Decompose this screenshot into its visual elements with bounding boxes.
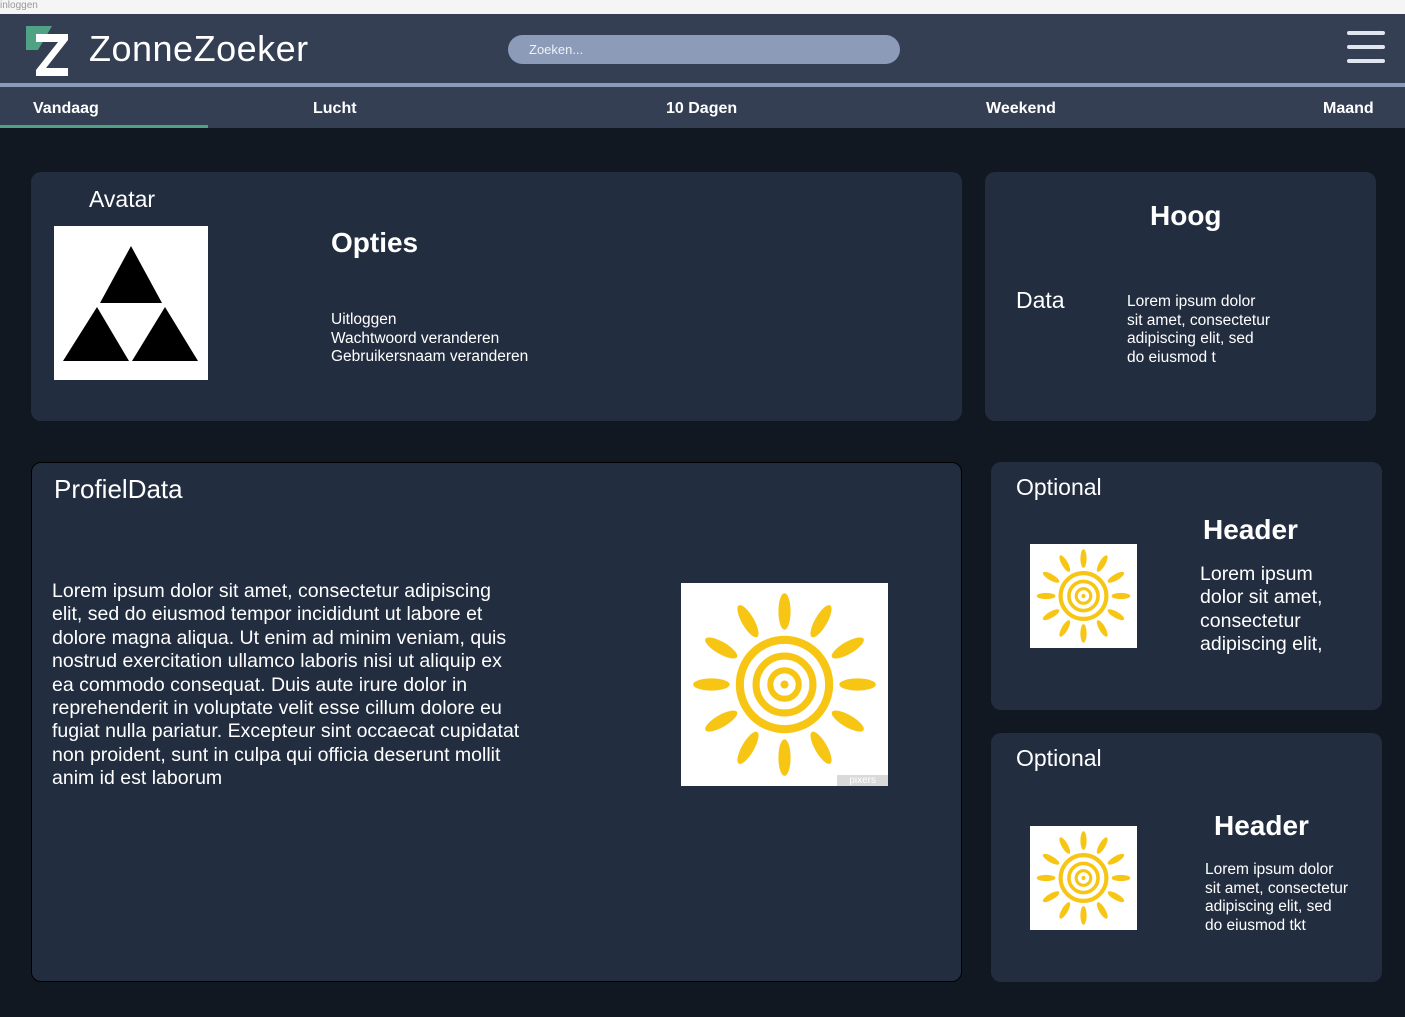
hoog-header: Hoog [1150,200,1222,231]
hoog-card: Hoog Data Lorem ipsum dolor sit amet, co… [985,172,1376,421]
tab-vandaag[interactable]: Vandaag [33,87,99,128]
optional-title-1: Optional [1016,474,1102,500]
pixers-watermark: pixers [837,775,888,786]
active-tab-indicator [0,125,208,128]
optional-header-1: Header [1203,514,1298,545]
change-password-option[interactable]: Wachtwoord veranderen [331,330,528,349]
optional-card-1: Optional Header Lorem ipsum dolor sit am… [991,462,1382,710]
profiel-text: Lorem ipsum dolor sit amet, consectetur … [52,580,520,790]
options-header: Opties [331,227,419,258]
change-username-option[interactable]: Gebruikersnaam veranderen [331,348,528,367]
sun-image [693,593,876,776]
optional-text-2: Lorem ipsum dolor sit amet, consectetur … [1205,861,1349,934]
window-title: inloggen [0,0,1405,14]
tab-lucht[interactable]: Lucht [313,87,357,128]
triforce-icon[interactable] [54,226,208,380]
tab-10-dagen[interactable]: 10 Dagen [666,87,737,128]
profiel-title: ProfielData [54,474,183,504]
search-input[interactable] [508,35,900,64]
optional-header-2: Header [1214,810,1309,841]
profiel-card: ProfielData Lorem ipsum dolor sit amet, … [31,462,962,982]
tab-weekend[interactable]: Weekend [986,87,1056,128]
hamburger-menu-icon[interactable] [1347,31,1385,65]
sun-icon [1030,826,1137,930]
zonnezoeker-logo-icon[interactable] [24,24,70,76]
data-label: Data [1016,287,1065,313]
avatar-title: Avatar [89,186,156,212]
app-header: ZonneZoeker [0,14,1405,83]
options-list: Uitloggen Wachtwoord veranderen Gebruike… [331,311,528,367]
sun-icon [1030,544,1137,648]
sun-icon: pixers [681,583,888,786]
tab-maand[interactable]: Maand [1323,87,1374,128]
tab-bar: Vandaag Lucht 10 Dagen Weekend Maand [0,87,1405,128]
avatar-card: Avatar Opties Uitloggen Wachtwoord veran… [31,172,962,421]
logout-option[interactable]: Uitloggen [331,311,528,330]
optional-title-2: Optional [1016,745,1102,771]
app-title: ZonneZoeker [89,28,309,69]
optional-text-1: Lorem ipsum dolor sit amet, consectetur … [1200,563,1323,656]
optional-card-2: Optional Header Lorem ipsum dolor sit am… [991,733,1382,982]
hoog-text: Lorem ipsum dolor sit amet, consectetur … [1127,293,1271,366]
